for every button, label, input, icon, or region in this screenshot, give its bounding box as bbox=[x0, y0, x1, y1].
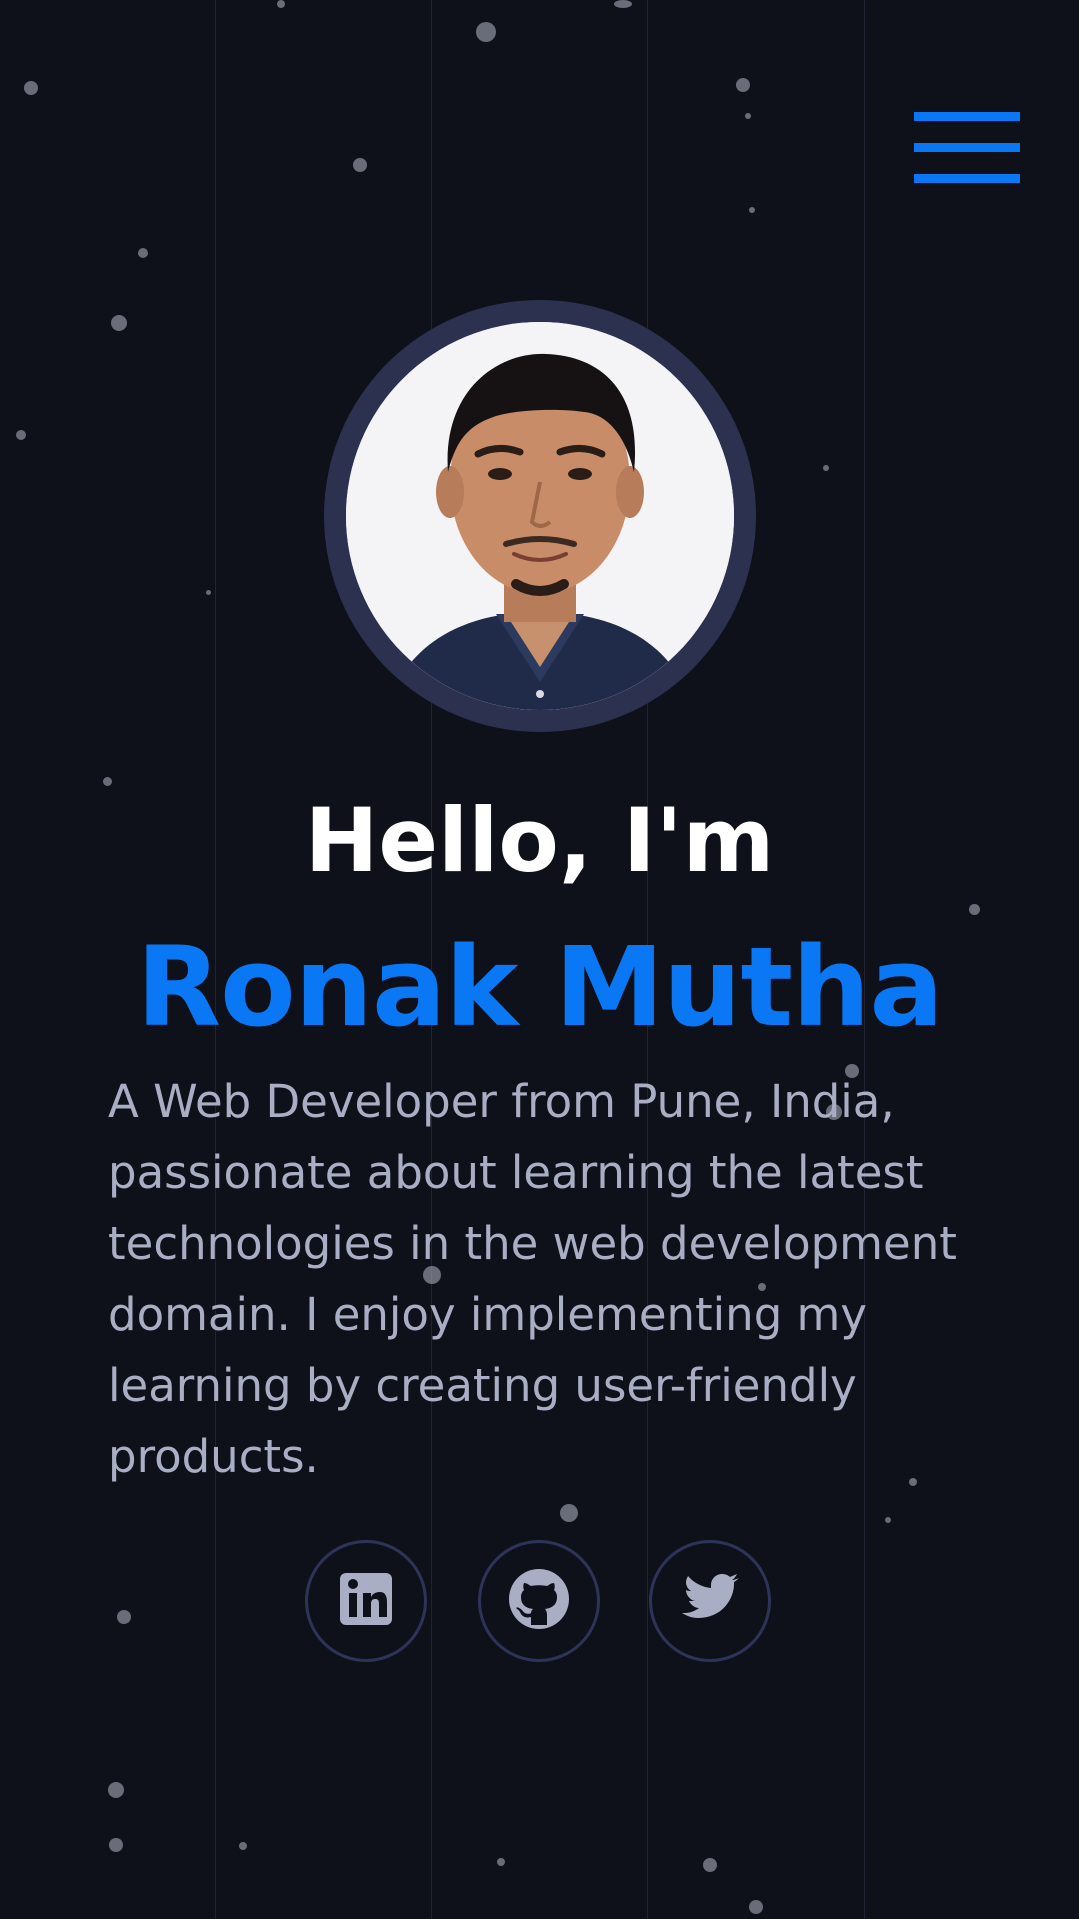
name-heading: Ronak Mutha bbox=[136, 923, 943, 1051]
twitter-icon bbox=[679, 1572, 741, 1630]
portfolio-page: Hello, I'm Ronak Mutha A Web Developer f… bbox=[0, 0, 1079, 1919]
bio-text: A Web Developer from Pune, India, passio… bbox=[108, 1075, 957, 1483]
greeting-heading: Hello, I'm bbox=[304, 789, 775, 892]
profile-photo bbox=[346, 322, 734, 710]
github-link[interactable] bbox=[478, 1540, 600, 1662]
twitter-link[interactable] bbox=[649, 1540, 771, 1662]
hamburger-menu-icon[interactable] bbox=[914, 112, 1020, 184]
linkedin-link[interactable] bbox=[305, 1540, 427, 1662]
github-icon bbox=[507, 1567, 571, 1635]
linkedin-icon bbox=[338, 1571, 394, 1631]
avatar bbox=[324, 300, 756, 732]
